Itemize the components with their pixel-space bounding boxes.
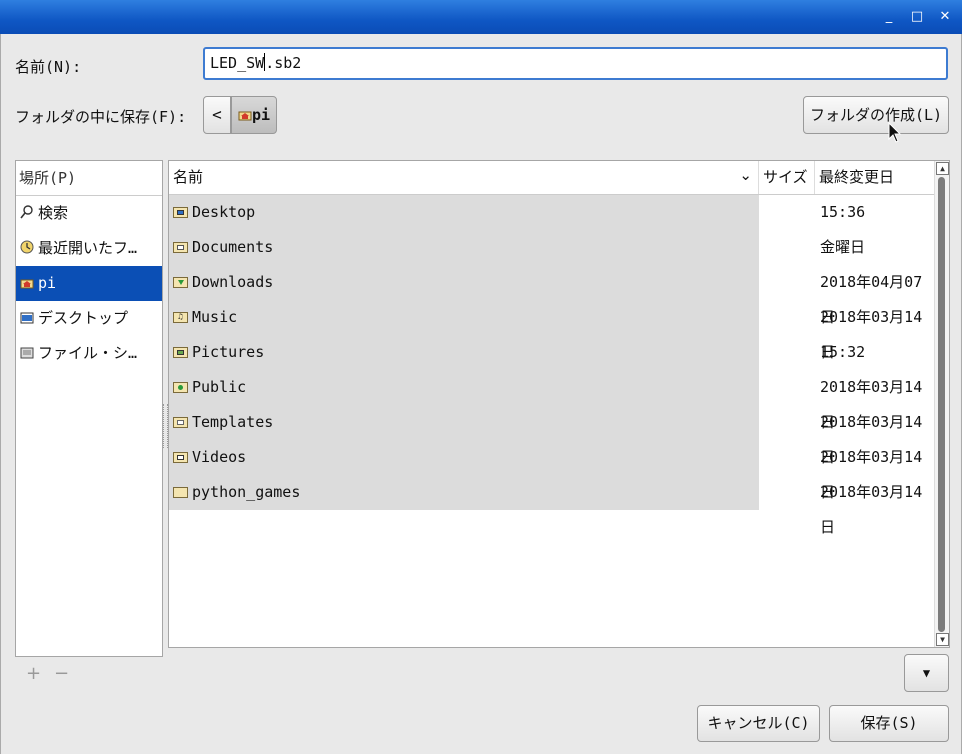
desktop-icon — [20, 302, 34, 324]
folder-icon — [173, 487, 188, 498]
drive-icon — [20, 337, 34, 359]
place-item-desktop[interactable]: デスクトップ — [16, 301, 162, 336]
title-bar: _ □ ✕ — [0, 0, 962, 34]
column-header-name[interactable]: 名前 ⌄ — [169, 161, 759, 194]
cancel-button[interactable]: キャンセル(C) — [697, 705, 820, 742]
file-filter-dropdown[interactable]: ▼ — [904, 654, 949, 692]
create-folder-button[interactable]: フォルダの作成(L) — [803, 96, 949, 134]
remove-place-button[interactable]: − — [54, 663, 69, 684]
file-modified: 15:32 — [820, 343, 866, 361]
minimize-button[interactable]: _ — [880, 9, 898, 25]
file-name-cell: Templates — [169, 405, 759, 440]
path-button-pi[interactable]: pi — [231, 96, 277, 134]
file-row[interactable]: Videos 2018年03月14日 — [169, 440, 937, 501]
recent-icon — [20, 232, 34, 254]
places-header: 場所(P) — [16, 161, 162, 196]
file-row[interactable]: Documents 金曜日 — [169, 230, 937, 265]
save-dialog: 名前(N): LED_SW.sb2 フォルダの中に保存(F): < pi フォル… — [0, 34, 962, 754]
file-row[interactable]: Desktop 15:36 — [169, 195, 937, 230]
mouse-cursor-icon — [888, 122, 902, 143]
close-button[interactable]: ✕ — [936, 9, 954, 25]
add-place-button[interactable]: + — [26, 663, 41, 684]
scroll-down-icon[interactable]: ▼ — [936, 633, 949, 646]
place-label: pi — [38, 274, 57, 292]
place-label: ファイル・シ… — [38, 344, 138, 362]
filename-input[interactable]: LED_SW.sb2 — [203, 47, 948, 80]
downloads-folder-icon — [173, 277, 188, 288]
place-label: 最近開いたフ… — [38, 239, 138, 257]
path-back-button[interactable]: < — [203, 96, 231, 134]
home-icon — [238, 98, 252, 121]
music-folder-icon: ♫ — [173, 312, 188, 323]
column-name-label: 名前 — [173, 168, 204, 186]
pictures-folder-icon — [173, 347, 188, 358]
documents-folder-icon — [173, 242, 188, 253]
filename-text-after-caret: .sb2 — [265, 54, 302, 72]
home-icon — [20, 267, 34, 289]
file-name: Music — [192, 308, 238, 326]
file-name: Desktop — [192, 203, 256, 221]
file-name-cell: Downloads — [169, 265, 759, 300]
scrollbar-thumb[interactable] — [938, 177, 945, 632]
maximize-button[interactable]: □ — [908, 9, 926, 25]
file-list-header: 名前 ⌄ サイズ 最終変更日 — [169, 161, 937, 195]
videos-folder-icon — [173, 452, 188, 463]
file-name-cell: Desktop — [169, 195, 759, 230]
templates-folder-icon — [173, 417, 188, 428]
file-name: python_games — [192, 483, 301, 501]
file-row[interactable]: Downloads 2018年04月07日 — [169, 265, 937, 326]
file-row[interactable]: python_games 2018年03月14日 — [169, 475, 937, 536]
file-name: Templates — [192, 413, 274, 431]
file-list: 名前 ⌄ サイズ 最終変更日 Desktop 15:36 Documents 金… — [168, 160, 950, 648]
sort-descending-icon: ⌄ — [739, 166, 752, 184]
places-sidebar: 場所(P) 検索 最近開いたフ… pi デスクトップ ファイル・シ… — [15, 160, 163, 657]
file-modified: 2018年03月14日 — [820, 483, 923, 536]
place-item-pi[interactable]: pi — [16, 266, 162, 301]
chevron-down-icon: ▼ — [922, 666, 931, 680]
file-name-cell: python_games — [169, 475, 759, 510]
place-label: デスクトップ — [38, 309, 129, 327]
file-name-cell: Videos — [169, 440, 759, 475]
file-name: Videos — [192, 448, 247, 466]
column-header-modified[interactable]: 最終変更日 — [815, 161, 937, 194]
place-item-recent[interactable]: 最近開いたフ… — [16, 231, 162, 266]
file-name: Public — [192, 378, 247, 396]
file-modified: 15:36 — [820, 203, 866, 221]
file-row[interactable]: ♫ Music 2018年03月14日 — [169, 300, 937, 361]
file-row[interactable]: Templates 2018年03月14日 — [169, 405, 937, 466]
file-modified: 金曜日 — [820, 238, 866, 256]
column-header-size[interactable]: サイズ — [759, 161, 815, 194]
search-icon — [20, 197, 34, 219]
place-label: 検索 — [38, 204, 69, 222]
scroll-up-icon[interactable]: ▲ — [936, 162, 949, 175]
place-item-search[interactable]: 検索 — [16, 196, 162, 231]
save-in-folder-label: フォルダの中に保存(F): — [15, 108, 187, 126]
desktop-folder-icon — [173, 207, 188, 218]
save-button[interactable]: 保存(S) — [829, 705, 949, 742]
file-row[interactable]: Public 2018年03月14日 — [169, 370, 937, 431]
vertical-scrollbar[interactable]: ▲ ▼ — [934, 161, 949, 647]
file-name-cell: Pictures — [169, 335, 759, 370]
file-name-cell: Documents — [169, 230, 759, 265]
public-folder-icon — [173, 382, 188, 393]
file-name: Pictures — [192, 343, 265, 361]
place-item-filesystem[interactable]: ファイル・シ… — [16, 336, 162, 371]
file-name: Documents — [192, 238, 274, 256]
name-label: 名前(N): — [15, 58, 82, 76]
file-name-cell: ♫ Music — [169, 300, 759, 335]
file-row[interactable]: Pictures 15:32 — [169, 335, 937, 370]
file-name: Downloads — [192, 273, 274, 291]
file-name-cell: Public — [169, 370, 759, 405]
filename-text-before-caret: LED_SW — [210, 54, 265, 72]
path-button-label: pi — [251, 106, 271, 124]
